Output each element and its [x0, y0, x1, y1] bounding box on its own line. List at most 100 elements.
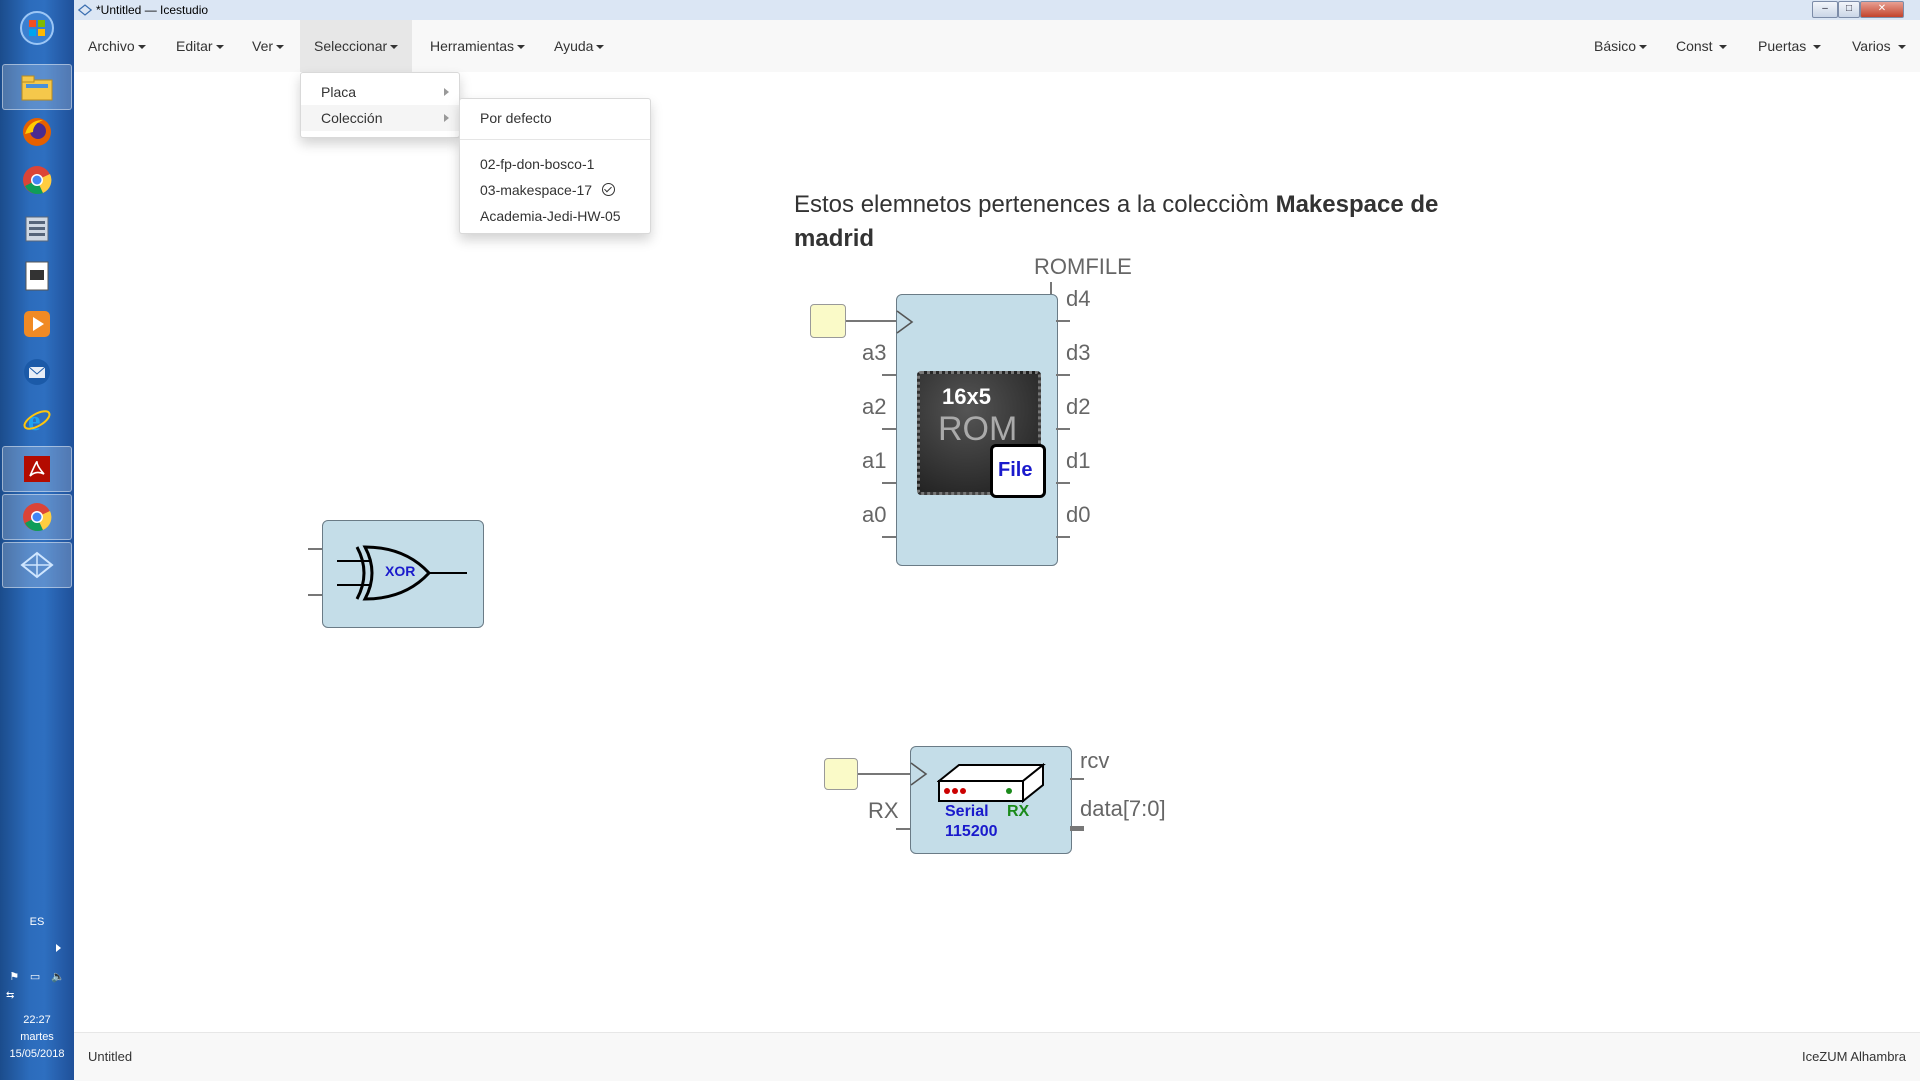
menu-seleccionar[interactable]: Seleccionar: [300, 20, 413, 72]
rom-block-body[interactable]: 16x5 ROM File: [896, 294, 1058, 566]
title-bar: *Untitled — Icestudio – □ ✕: [74, 0, 1920, 21]
close-button[interactable]: ✕: [1860, 1, 1904, 18]
clock-date[interactable]: 15/05/2018: [0, 1048, 74, 1060]
clock-wire[interactable]: [846, 320, 896, 322]
rom-output-d1: d1: [1066, 448, 1091, 473]
menu-basico[interactable]: Básico: [1580, 20, 1661, 72]
serial-input-rx: RX: [868, 798, 899, 823]
menu-ver[interactable]: Ver: [238, 20, 298, 72]
collection-item-default-label: Por defecto: [480, 110, 552, 126]
collection-item-default[interactable]: Por defecto: [460, 105, 650, 131]
collection-item-makespace[interactable]: 03-makespace-17: [460, 177, 650, 203]
rom-chip-icon: 16x5 ROM File: [917, 371, 1046, 498]
menu-varios-label: Varios: [1852, 38, 1891, 54]
collection-item-academia-jedi[interactable]: Academia-Jedi-HW-05: [460, 203, 650, 229]
chrome-icon[interactable]: [4, 158, 70, 202]
chevron-down-icon: [1897, 45, 1906, 50]
info-text-collection-cont: madrid: [794, 225, 875, 252]
icestudio-app-icon: [77, 3, 93, 21]
windows-start-icon[interactable]: [4, 6, 70, 50]
collection-item-label: Academia-Jedi-HW-05: [480, 208, 621, 224]
menu-ayuda-label: Ayuda: [554, 38, 594, 54]
volume-icon[interactable]: 🔈: [51, 970, 65, 983]
serial-clock-input-port[interactable]: [824, 758, 858, 790]
language-indicator[interactable]: ES: [0, 916, 74, 928]
menu-item-placa-label: Placa: [321, 84, 357, 100]
chevron-down-icon: [1813, 45, 1822, 50]
menu-ayuda[interactable]: Ayuda: [540, 20, 618, 72]
clock-time[interactable]: 22:27: [0, 1014, 74, 1026]
menu-editar-label: Editar: [176, 38, 213, 54]
collection-item-fp-don-bosco[interactable]: 02-fp-don-bosco-1: [460, 151, 650, 177]
file-manager-icon[interactable]: [4, 206, 70, 250]
rom-d3-wire[interactable]: [1056, 374, 1070, 376]
menu-puertas[interactable]: Puertas: [1744, 20, 1835, 72]
menu-item-placa[interactable]: Placa: [301, 79, 459, 105]
serial-rx-block[interactable]: RX Serial RX 115200 rcv data[7:0]: [824, 734, 1166, 864]
rom-d2-wire[interactable]: [1056, 428, 1070, 430]
chevron-down-icon: [596, 45, 605, 50]
xor-input-wire-2[interactable]: [308, 594, 322, 596]
clock-input-port[interactable]: [810, 304, 846, 338]
menu-bar: Archivo Editar Ver Seleccionar Herramien…: [74, 20, 1920, 73]
chevron-right-icon: [444, 88, 449, 96]
internet-explorer-icon[interactable]: e: [4, 398, 70, 442]
file-explorer-icon[interactable]: [2, 64, 72, 110]
menu-ver-label: Ver: [252, 38, 274, 54]
clock-day[interactable]: martes: [0, 1031, 74, 1043]
acrobat-icon[interactable]: [2, 446, 72, 492]
rom-size-label: 16x5: [942, 384, 991, 409]
minimize-button[interactable]: –: [1812, 1, 1838, 18]
menu-varios[interactable]: Varios: [1838, 20, 1920, 72]
collection-item-label: 02-fp-don-bosco-1: [480, 156, 595, 172]
serial-data-bus-wire[interactable]: [1070, 826, 1084, 831]
icestudio-icon[interactable]: [2, 542, 72, 588]
menu-puertas-label: Puertas: [1758, 38, 1807, 54]
chrome-icon[interactable]: [2, 494, 72, 540]
bluetooth-icon[interactable]: ⇆: [6, 990, 14, 1001]
rom-a0-wire[interactable]: [882, 536, 896, 538]
seleccionar-dropdown: Placa Colección: [300, 72, 460, 138]
serial-rcv-wire[interactable]: [1070, 778, 1084, 780]
design-canvas[interactable]: Estos elemnetos pertenences a la colecci…: [74, 72, 1920, 1032]
collection-item-label: 03-makespace-17: [480, 182, 593, 198]
rom-output-d3: d3: [1066, 340, 1091, 365]
chevron-right-icon: [444, 114, 449, 122]
action-center-icon[interactable]: ⚑: [9, 970, 19, 983]
rom-a2-wire[interactable]: [882, 428, 896, 430]
menu-herramientas[interactable]: Herramientas: [416, 20, 539, 72]
rom-d0-wire[interactable]: [1056, 536, 1070, 538]
thunderbird-icon[interactable]: [4, 350, 70, 394]
clock-input-triangle-icon: [910, 762, 928, 786]
maximize-button[interactable]: □: [1838, 1, 1860, 18]
rom-a1-wire[interactable]: [882, 482, 896, 484]
menu-item-coleccion[interactable]: Colección: [301, 105, 459, 131]
rom-input-a2: a2: [862, 394, 887, 419]
menu-archivo[interactable]: Archivo: [74, 20, 160, 72]
menu-const[interactable]: Const: [1662, 20, 1741, 72]
rom-param-romfile: ROMFILE: [1034, 254, 1132, 279]
rom-d1-wire[interactable]: [1056, 482, 1070, 484]
xor-block-body[interactable]: XOR: [322, 520, 484, 628]
menu-const-label: Const: [1676, 38, 1713, 54]
serial-rx-wire[interactable]: [896, 828, 910, 830]
xor-input-wire-1[interactable]: [308, 548, 322, 550]
rom-input-a3: a3: [862, 340, 887, 365]
serial-rx-label: RX: [1007, 803, 1030, 820]
rom-d4-wire[interactable]: [1056, 320, 1070, 322]
menu-seleccionar-label: Seleccionar: [314, 38, 388, 54]
rom-a3-wire[interactable]: [882, 374, 896, 376]
serial-label: Serial: [945, 803, 989, 820]
serial-block-body[interactable]: Serial RX 115200: [910, 746, 1072, 854]
serial-clock-wire[interactable]: [858, 773, 910, 775]
network-icon[interactable]: ▭: [30, 970, 40, 983]
footer-board-name[interactable]: IceZUM Alhambra: [1802, 1049, 1906, 1064]
system-tray: ⚑ ▭ 🔈: [4, 970, 70, 983]
media-player-icon[interactable]: [4, 302, 70, 346]
show-hidden-icons-icon[interactable]: [56, 944, 61, 952]
rom-block[interactable]: ROMFILE 16x5 ROM File a3 a2 a1 a0 d4 d3: [810, 254, 1170, 634]
selected-check-icon: [602, 182, 616, 196]
firefox-icon[interactable]: [4, 110, 70, 154]
menu-editar[interactable]: Editar: [162, 20, 238, 72]
document-icon[interactable]: [4, 254, 70, 298]
